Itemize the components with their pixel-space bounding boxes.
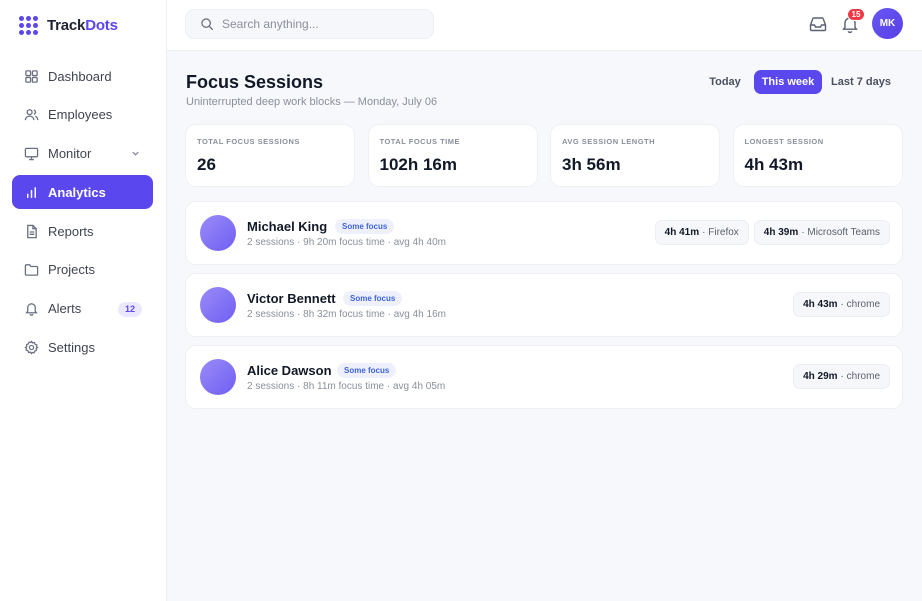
stat-card-total-time: TOTAL FOCUS TIME 102h 16m (367, 124, 538, 187)
session-chip: 4h 43m · chrome (793, 292, 890, 317)
list-item[interactable]: Victor Bennett Some focus 2 sessions · 8… (185, 273, 903, 337)
sidebar-item-label: Analytics (48, 184, 106, 200)
stats-row: TOTAL FOCUS SESSIONS 26 TOTAL FOCUS TIME… (185, 124, 915, 187)
avatar (200, 287, 236, 323)
list-item[interactable]: Michael King Some focus 2 sessions · 9h … (185, 201, 903, 265)
sidebar-item-monitor[interactable]: Monitor (12, 137, 153, 171)
sidebar-item-analytics[interactable]: Analytics (12, 175, 153, 210)
avatar (200, 215, 236, 251)
session-chips: 4h 29m · chrome (788, 364, 890, 389)
stat-value: 102h 16m (379, 155, 458, 174)
sidebar-item-alerts[interactable]: Alerts 12 (12, 292, 153, 326)
sidebar-item-projects[interactable]: Projects (12, 253, 153, 287)
list-item[interactable]: Alice Dawson Some focus 2 sessions · 8h … (185, 345, 903, 409)
stat-card-avg-length: AVG SESSION LENGTH 3h 56m (550, 124, 720, 187)
grid-icon (23, 68, 39, 84)
session-chip: 4h 39m · Microsoft Teams (753, 220, 890, 245)
sidebar: TrackDots Dashboard Employees Monitor An… (0, 0, 167, 601)
users-icon (23, 107, 39, 123)
stat-card-total-sessions: TOTAL FOCUS SESSIONS 26 (185, 124, 355, 187)
brand-name-part1: Track (47, 17, 86, 34)
focus-level-badge: Some focus (343, 291, 403, 306)
dots-logo-icon (19, 16, 38, 35)
search-input[interactable] (222, 17, 422, 31)
alerts-count-badge: 12 (118, 301, 142, 317)
session-summary: 2 sessions · 9h 20m focus time · avg 4h … (247, 237, 446, 248)
session-duration: 4h 29m (803, 371, 838, 382)
gear-icon (23, 340, 39, 356)
session-duration: 4h 43m (803, 299, 838, 310)
stat-label: AVG SESSION LENGTH (562, 137, 656, 146)
stat-value: 3h 56m (562, 155, 621, 174)
session-duration: 4h 41m (664, 227, 700, 238)
sidebar-item-label: Employees (48, 107, 113, 123)
stat-value: 4h 43m (744, 155, 804, 174)
focus-level-badge: Some focus (335, 219, 395, 234)
brand-name: TrackDots (47, 17, 118, 34)
avatar (200, 359, 236, 395)
employee-name: Michael King (247, 219, 328, 234)
sidebar-item-reports[interactable]: Reports (12, 214, 153, 248)
session-app: · chrome (840, 299, 880, 310)
sidebar-item-dashboard[interactable]: Dashboard (12, 59, 153, 93)
sidebar-item-label: Settings (48, 340, 95, 356)
user-avatar[interactable]: MK (872, 8, 903, 39)
sidebar-item-settings[interactable]: Settings (12, 331, 153, 365)
session-app: · Microsoft Teams (801, 227, 880, 238)
monitor-icon (23, 146, 39, 162)
employee-name: Alice Dawson (247, 363, 332, 378)
session-app: · chrome (840, 371, 880, 382)
folder-icon (23, 262, 39, 278)
tab-last-7-days[interactable]: Last 7 days (826, 70, 896, 94)
sidebar-item-label: Dashboard (48, 68, 112, 84)
session-summary: 2 sessions · 8h 32m focus time · avg 4h … (247, 309, 446, 320)
session-summary: 2 sessions · 8h 11m focus time · avg 4h … (247, 381, 446, 392)
session-chip: 4h 41m · Firefox (654, 220, 749, 245)
session-chips: 4h 43m · chrome (788, 292, 890, 317)
top-bar: 15 MK (167, 0, 922, 51)
stat-label: TOTAL FOCUS SESSIONS (197, 137, 300, 146)
sidebar-nav: Dashboard Employees Monitor Analytics Re… (12, 59, 153, 369)
notification-count-badge: 15 (847, 8, 865, 21)
stat-label: LONGEST SESSION (744, 137, 824, 146)
stat-value: 26 (197, 155, 216, 174)
inbox-icon[interactable] (808, 14, 828, 34)
session-app: · Firefox (702, 227, 739, 238)
sidebar-item-label: Monitor (48, 146, 92, 162)
focus-sessions-list: Michael King Some focus 2 sessions · 9h … (185, 201, 903, 417)
sidebar-item-employees[interactable]: Employees (12, 98, 153, 132)
session-chips: 4h 41m · Firefox 4h 39m · Microsoft Teams (650, 220, 890, 245)
file-icon (23, 223, 39, 239)
employee-name: Victor Bennett (247, 291, 336, 306)
brand-name-part2: Dots (85, 17, 118, 34)
focus-level-badge: Some focus (337, 363, 397, 378)
tab-today[interactable]: Today (700, 70, 750, 94)
session-chip: 4h 29m · chrome (793, 364, 890, 389)
bell-icon (23, 301, 39, 317)
page-subtitle: Uninterrupted deep work blocks — Monday,… (186, 96, 438, 108)
sidebar-item-label: Alerts (48, 301, 82, 317)
sidebar-item-label: Reports (48, 223, 94, 239)
chevron-down-icon[interactable] (130, 148, 141, 159)
search-box[interactable] (185, 9, 434, 39)
brand-logo[interactable]: TrackDots (19, 16, 118, 35)
stat-card-longest: LONGEST SESSION 4h 43m (732, 124, 903, 187)
stat-label: TOTAL FOCUS TIME (379, 137, 460, 146)
bar-chart-icon (23, 184, 39, 200)
tab-this-week[interactable]: This week (754, 70, 822, 94)
date-range-tabs: Today This week Last 7 days (700, 70, 900, 94)
page-title: Focus Sessions (186, 72, 324, 92)
session-duration: 4h 39m (763, 227, 799, 238)
search-icon (201, 18, 214, 31)
sidebar-item-label: Projects (48, 262, 95, 278)
